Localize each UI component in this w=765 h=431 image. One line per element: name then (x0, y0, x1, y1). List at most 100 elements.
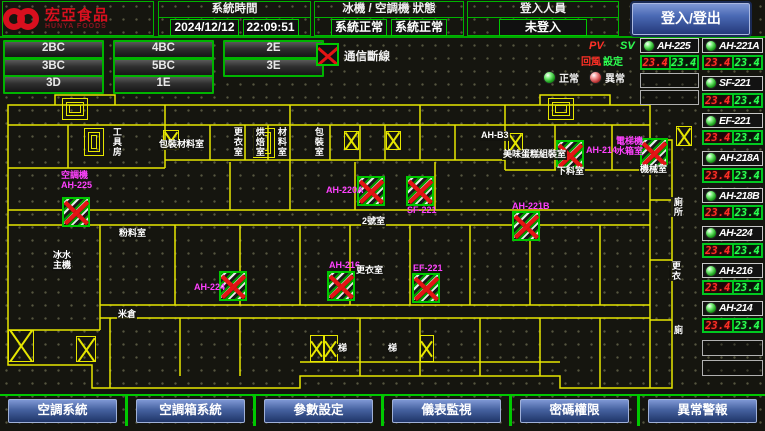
pv-value: 23.4 (703, 169, 733, 182)
nav-button-儀表監視[interactable]: 儀表監視 (392, 399, 500, 423)
floor-row-1: 2BC 4BC 2E (3, 40, 333, 59)
shaft-cross-icon (676, 126, 692, 146)
comm-fail-legend-icon (316, 43, 339, 66)
device-icon-sf-221[interactable] (406, 176, 434, 206)
company-logo: 宏亞食品 HUNYA FOODS (2, 1, 154, 36)
room-label: 更衣 (669, 261, 681, 281)
room-label: 廁 (673, 326, 684, 336)
unit-ef-221[interactable]: EF-221 (702, 113, 763, 128)
room-label: 下料室 (556, 167, 585, 177)
floor-button-4bc[interactable]: 4BC (113, 40, 214, 59)
room-label: 2號室 (361, 217, 386, 227)
normal-legend: 正常 (543, 70, 579, 85)
unit-name-label: AH-214 (719, 302, 752, 314)
unit-status-led (705, 115, 717, 127)
pv-value: 23.4 (703, 319, 733, 332)
room-label: 米倉 (117, 310, 137, 320)
unit-name-label: AH-218B (719, 190, 759, 202)
room-label: 廁所 (671, 197, 683, 217)
system-time-value: 22:09:51 (243, 19, 299, 36)
device-label-ah-225: 空調機 AH-225 (60, 171, 93, 191)
shaft-cross-icon (344, 131, 359, 150)
device-icon-ah-225[interactable] (62, 197, 90, 227)
footer-cell: 參數設定 (256, 396, 384, 426)
pv-value: 23.4 (703, 56, 733, 69)
pv-value: 23.4 (703, 206, 733, 219)
normal-led-icon (543, 71, 556, 84)
unit-ah-218a[interactable]: AH-218A (702, 151, 763, 166)
unit-sf-221[interactable]: SF-221 (702, 76, 763, 91)
pv-value: 23.4 (703, 131, 733, 144)
stairs-icon (548, 98, 574, 120)
unit-ah-225[interactable]: AH-225 (640, 38, 699, 53)
stairs-icon (84, 128, 104, 156)
comm-fail-legend-label: 通信斷線 (344, 48, 390, 64)
room-label: 美味蛋糕組裝室 (502, 150, 567, 160)
system-date-value: 2024/12/12 (170, 19, 238, 36)
nav-button-異常警報[interactable]: 異常警報 (648, 399, 756, 423)
unit-ah-221a[interactable]: AH-221A (702, 38, 763, 53)
device-icon-ef-221[interactable] (412, 273, 440, 303)
empty-unit-slot (702, 340, 763, 356)
abnormal-led-icon (589, 71, 602, 84)
abnormal-label: 異常 (605, 70, 625, 85)
room-label: 機械室 (639, 165, 668, 175)
unit-status-led (705, 227, 717, 239)
device-icon-ah-221b[interactable] (512, 211, 540, 241)
room-label: 梯 (387, 344, 398, 354)
login-logout-button[interactable]: 登入/登出 (632, 3, 750, 35)
shaft-cross-icon (310, 335, 324, 362)
floor-button-2bc[interactable]: 2BC (3, 40, 104, 59)
unit-status-led (705, 265, 717, 277)
nav-button-空調箱系統[interactable]: 空調箱系統 (136, 399, 244, 423)
pv-header: PV (589, 40, 604, 52)
nav-button-密碼權限[interactable]: 密碼權限 (520, 399, 628, 423)
unit-ah-218a-values: 23.423.4 (702, 168, 763, 183)
device-label-sf-221: SF-221 (406, 206, 438, 216)
pv-value: 23.4 (703, 281, 733, 294)
floor-button-3bc[interactable]: 3BC (3, 58, 104, 77)
unit-ah-216[interactable]: AH-216 (702, 263, 763, 278)
unit-status-led (705, 77, 717, 89)
chiller-status-value: 系統正常 (331, 19, 387, 36)
machine-status-section: 冰機 / 空調機 狀態 系統正常 系統正常 (314, 1, 464, 36)
ahu-status-value: 系統正常 (391, 19, 447, 36)
unit-ah-214[interactable]: AH-214 (702, 301, 763, 316)
floor-row-3: 3D 1E (3, 75, 223, 94)
stairs-icon (62, 98, 88, 120)
sv-value: 23.4 (733, 131, 763, 144)
floor-button-5bc[interactable]: 5BC (113, 58, 214, 77)
floor-button-3d[interactable]: 3D (3, 75, 104, 94)
pv-sub-label: 回風 (581, 53, 601, 68)
empty-unit-slot (702, 360, 763, 376)
footer-cell: 異常警報 (640, 396, 765, 426)
empty-unit-slot (640, 90, 699, 105)
sv-value: 23.4 (733, 94, 763, 107)
device-label-ah-214: AH-214 (585, 146, 618, 156)
empty-unit-slot (640, 73, 699, 88)
nav-button-參數設定[interactable]: 參數設定 (264, 399, 372, 423)
unit-ah-224[interactable]: AH-224 (702, 226, 763, 241)
logo-icon (17, 8, 39, 30)
pv-value: 23.4 (641, 56, 670, 69)
nav-button-空調系統[interactable]: 空調系統 (8, 399, 116, 423)
room-label: 梯 (337, 344, 348, 354)
sv-sub-label: 設定 (603, 53, 623, 68)
floor-button-2e[interactable]: 2E (223, 40, 324, 59)
shaft-cross-icon (324, 335, 338, 362)
shaft-cross-icon (386, 131, 401, 150)
sv-value: 23.4 (670, 56, 699, 69)
footer-nav: 空調系統空調箱系統參數設定儀表監視密碼權限異常警報 (0, 394, 765, 426)
unit-name-label: AH-218A (719, 152, 759, 164)
login-user-label: 登入人員 (468, 2, 618, 18)
unit-ah-218b[interactable]: AH-218B (702, 188, 763, 203)
system-time-label: 系統時間 (159, 2, 310, 18)
shaft-cross-icon (8, 330, 34, 362)
shaft-cross-icon (420, 335, 434, 362)
device-icon-ah-216[interactable] (327, 271, 355, 301)
floor-button-3e[interactable]: 3E (223, 58, 324, 77)
sv-value: 23.4 (733, 244, 763, 257)
floor-row-2: 3BC 5BC 3E (3, 58, 333, 77)
logo-title: 宏亞食品 (45, 8, 109, 23)
floor-button-1e[interactable]: 1E (113, 75, 214, 94)
